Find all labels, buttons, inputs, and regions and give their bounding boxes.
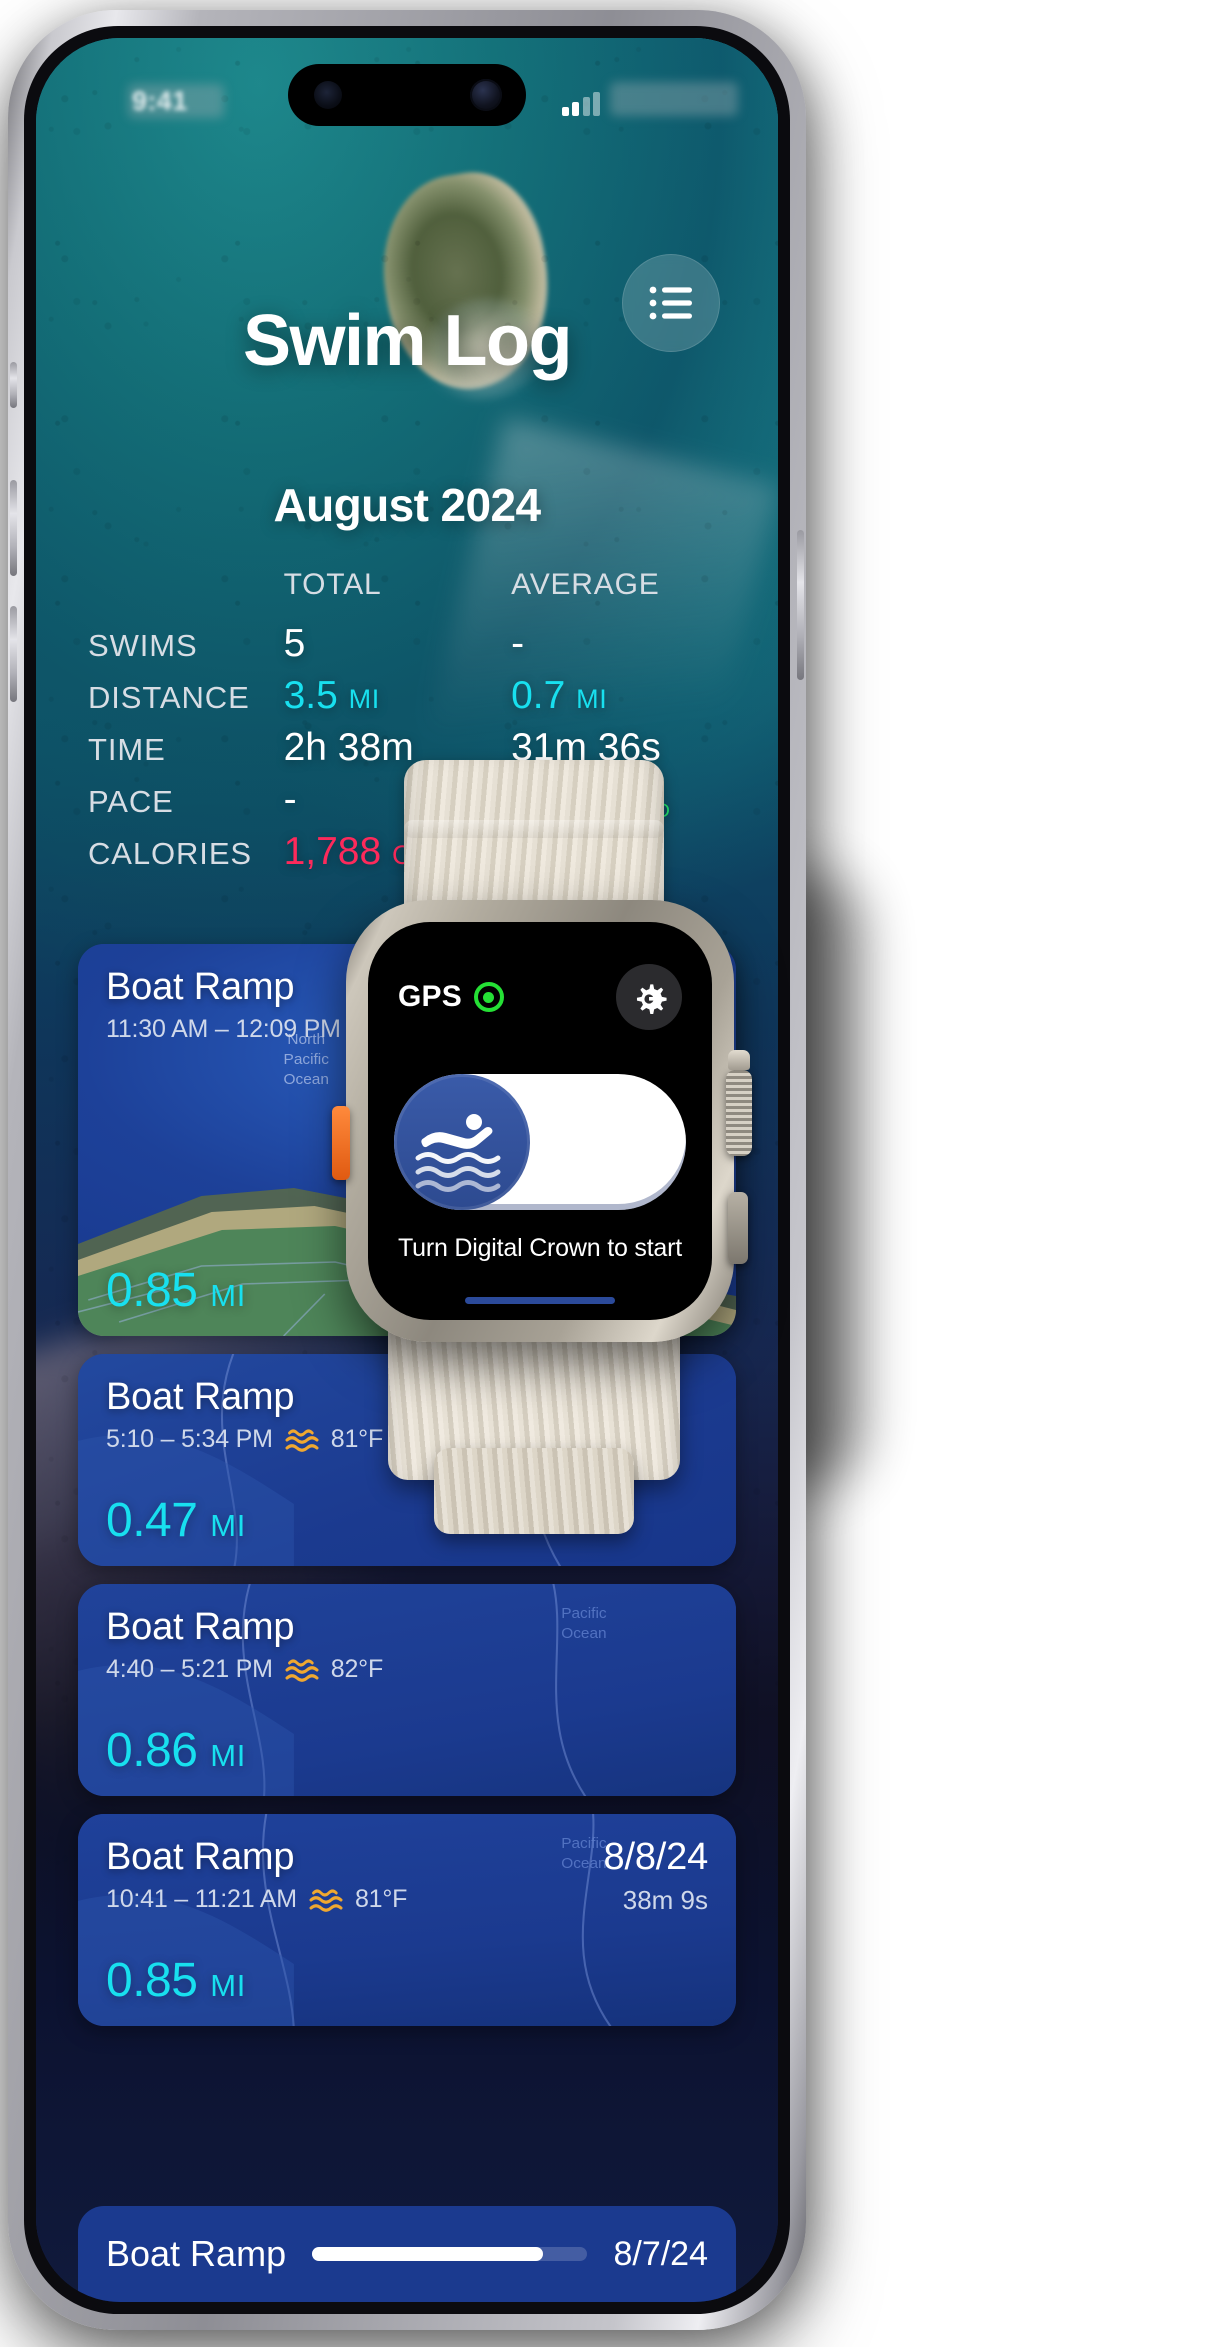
swim-title: Boat Ramp [106, 1836, 295, 1878]
earpiece-speaker [314, 81, 342, 109]
bottom-bar-date: 8/7/24 [613, 2234, 708, 2273]
swim-distance: 0.85 MI [106, 1263, 246, 1318]
swim-distance-unit: MI [210, 1278, 246, 1313]
workout-start-pill[interactable] [394, 1074, 686, 1210]
watch-action-button[interactable] [332, 1106, 350, 1180]
volume-up-button[interactable] [10, 480, 17, 576]
swim-card[interactable]: Pacific Ocean Boat Ramp 4:40 – 5:21 PM 82°F 0… [78, 1584, 736, 1796]
stats-total-unit: MI [348, 684, 380, 714]
stats-row-label: CALORIES [88, 836, 252, 871]
swim-subtitle: 4:40 – 5:21 PM 82°F [106, 1655, 383, 1684]
list-view-button[interactable] [622, 254, 720, 352]
silent-switch[interactable] [10, 362, 17, 408]
swim-temperature: 81°F [354, 1885, 408, 1913]
water-waves-icon [285, 1429, 319, 1452]
swim-distance-unit: MI [210, 1968, 246, 2003]
swim-temperature: 82°F [330, 1655, 384, 1683]
stats-row: SWIMS 5 - [88, 618, 720, 670]
stats-row-label: TIME [88, 732, 166, 767]
gear-icon [636, 984, 667, 1014]
open-water-swim-icon [394, 1074, 530, 1210]
swim-time-range: 4:40 – 5:21 PM [106, 1655, 273, 1683]
stats-average-value: 0.7 [511, 674, 566, 717]
stats-average: - [505, 618, 720, 670]
stats-average-value: - [511, 622, 525, 665]
bottom-bar-title: Boat Ramp [106, 2233, 287, 2274]
status-indicators [561, 82, 738, 116]
stats-header-row: TOTAL AVERAGE [88, 568, 720, 618]
swim-time-range: 10:41 – 11:21 AM [106, 1885, 297, 1913]
gps-locked-icon [473, 982, 504, 1012]
stats-row-label: SWIMS [88, 628, 198, 663]
swim-time-range: 5:10 – 5:34 PM [106, 1425, 273, 1453]
stats-row-label: DISTANCE [88, 680, 250, 715]
swim-distance: 0.85 MI [106, 1953, 246, 2008]
bottom-swim-bar[interactable]: Boat Ramp 8/7/24 [78, 2206, 736, 2302]
svg-text:Pacific: Pacific [284, 1051, 330, 1068]
svg-text:Ocean: Ocean [284, 1071, 329, 1088]
workout-hint: Turn Digital Crown to start [397, 1234, 683, 1262]
swim-card-info: Boat Ramp 10:41 – 11:21 AM 81°F [106, 1836, 407, 1914]
stats-average: 0.7 MI [505, 670, 720, 722]
swim-distance-value: 0.86 [106, 1724, 198, 1777]
list-bullet-icon [649, 286, 692, 320]
stats-total: 3.5 MI [278, 670, 506, 722]
swim-card-meta: 8/8/24 38m 9s [603, 1836, 709, 1916]
water-waves-icon [285, 1659, 319, 1682]
swim-card-header: Boat Ramp 4:40 – 5:21 PM 82°F [78, 1584, 736, 1684]
stats-row-label: PACE [88, 784, 174, 819]
stats-col-average: AVERAGE [511, 568, 660, 601]
water-waves-icon [309, 1889, 343, 1912]
swim-distance: 0.47 MI [106, 1493, 246, 1548]
stats-row: DISTANCE 3.5 MI 0.7 MI [88, 670, 720, 722]
apple-watch-ultra: GPS Turn Digital Crown to start [330, 760, 752, 1534]
watch-case: GPS Turn Digital Crown to start [332, 900, 752, 1342]
swim-card-info: Boat Ramp 4:40 – 5:21 PM 82°F [106, 1606, 383, 1684]
swim-subtitle: 10:41 – 11:21 AM 81°F [106, 1885, 407, 1914]
digital-crown[interactable] [726, 1050, 752, 1156]
swim-card-header: Boat Ramp 10:41 – 11:21 AM 81°F 8/8/24 38m 9… [78, 1814, 736, 1916]
swim-distance-unit: MI [210, 1738, 246, 1773]
watch-screen: GPS Turn Digital Crown to start [368, 922, 712, 1320]
bottom-bar-progress[interactable] [312, 2247, 588, 2261]
screenshot-stage: 9:41 Swim Log August 2024 TOTAL AVERAGE … [0, 0, 1230, 2347]
stats-total-value: 3.5 [283, 674, 338, 717]
swim-distance-value: 0.85 [106, 1954, 198, 2007]
swim-distance: 0.86 MI [106, 1723, 246, 1778]
month-heading: August 2024 [273, 479, 542, 531]
power-button[interactable] [797, 530, 804, 680]
swimmer-waves-glyph [415, 1114, 501, 1192]
front-camera [470, 79, 502, 111]
stats-average-unit: MI [576, 684, 608, 714]
swim-duration: 38m 9s [622, 1885, 708, 1915]
status-bar: 9:41 [36, 38, 778, 150]
cellular-signal-icon [561, 90, 600, 116]
gps-label: GPS [398, 980, 462, 1013]
watch-side-button[interactable] [728, 1192, 748, 1264]
status-time: 9:41 [132, 86, 188, 116]
gps-status: GPS [398, 980, 504, 1014]
home-indicator [465, 1297, 615, 1304]
swim-time-range: 11:30 AM – 12:09 PM [106, 1015, 341, 1043]
watch-band-tab [434, 1448, 634, 1534]
stats-total: 5 [278, 618, 506, 670]
swim-card[interactable]: Pacific Ocean Boat Ramp 10:41 – 11:21 AM 81°… [78, 1814, 736, 2026]
stats-col-total: TOTAL [283, 568, 382, 601]
stats-total-value: 5 [283, 622, 306, 665]
swim-title: Boat Ramp [106, 1606, 295, 1648]
swim-distance-unit: MI [210, 1508, 246, 1543]
status-right-blur [610, 82, 738, 116]
volume-down-button[interactable] [10, 606, 17, 702]
dynamic-island [288, 64, 526, 126]
workout-settings-button[interactable] [616, 964, 682, 1030]
swim-distance-value: 0.85 [106, 1264, 198, 1317]
swim-day: 8/8/24 [603, 1836, 709, 1878]
stats-col-blank [88, 568, 278, 618]
watch-top-bar: GPS [368, 964, 712, 1030]
stats-total-value: - [283, 778, 297, 821]
swim-distance-value: 0.47 [106, 1494, 198, 1547]
